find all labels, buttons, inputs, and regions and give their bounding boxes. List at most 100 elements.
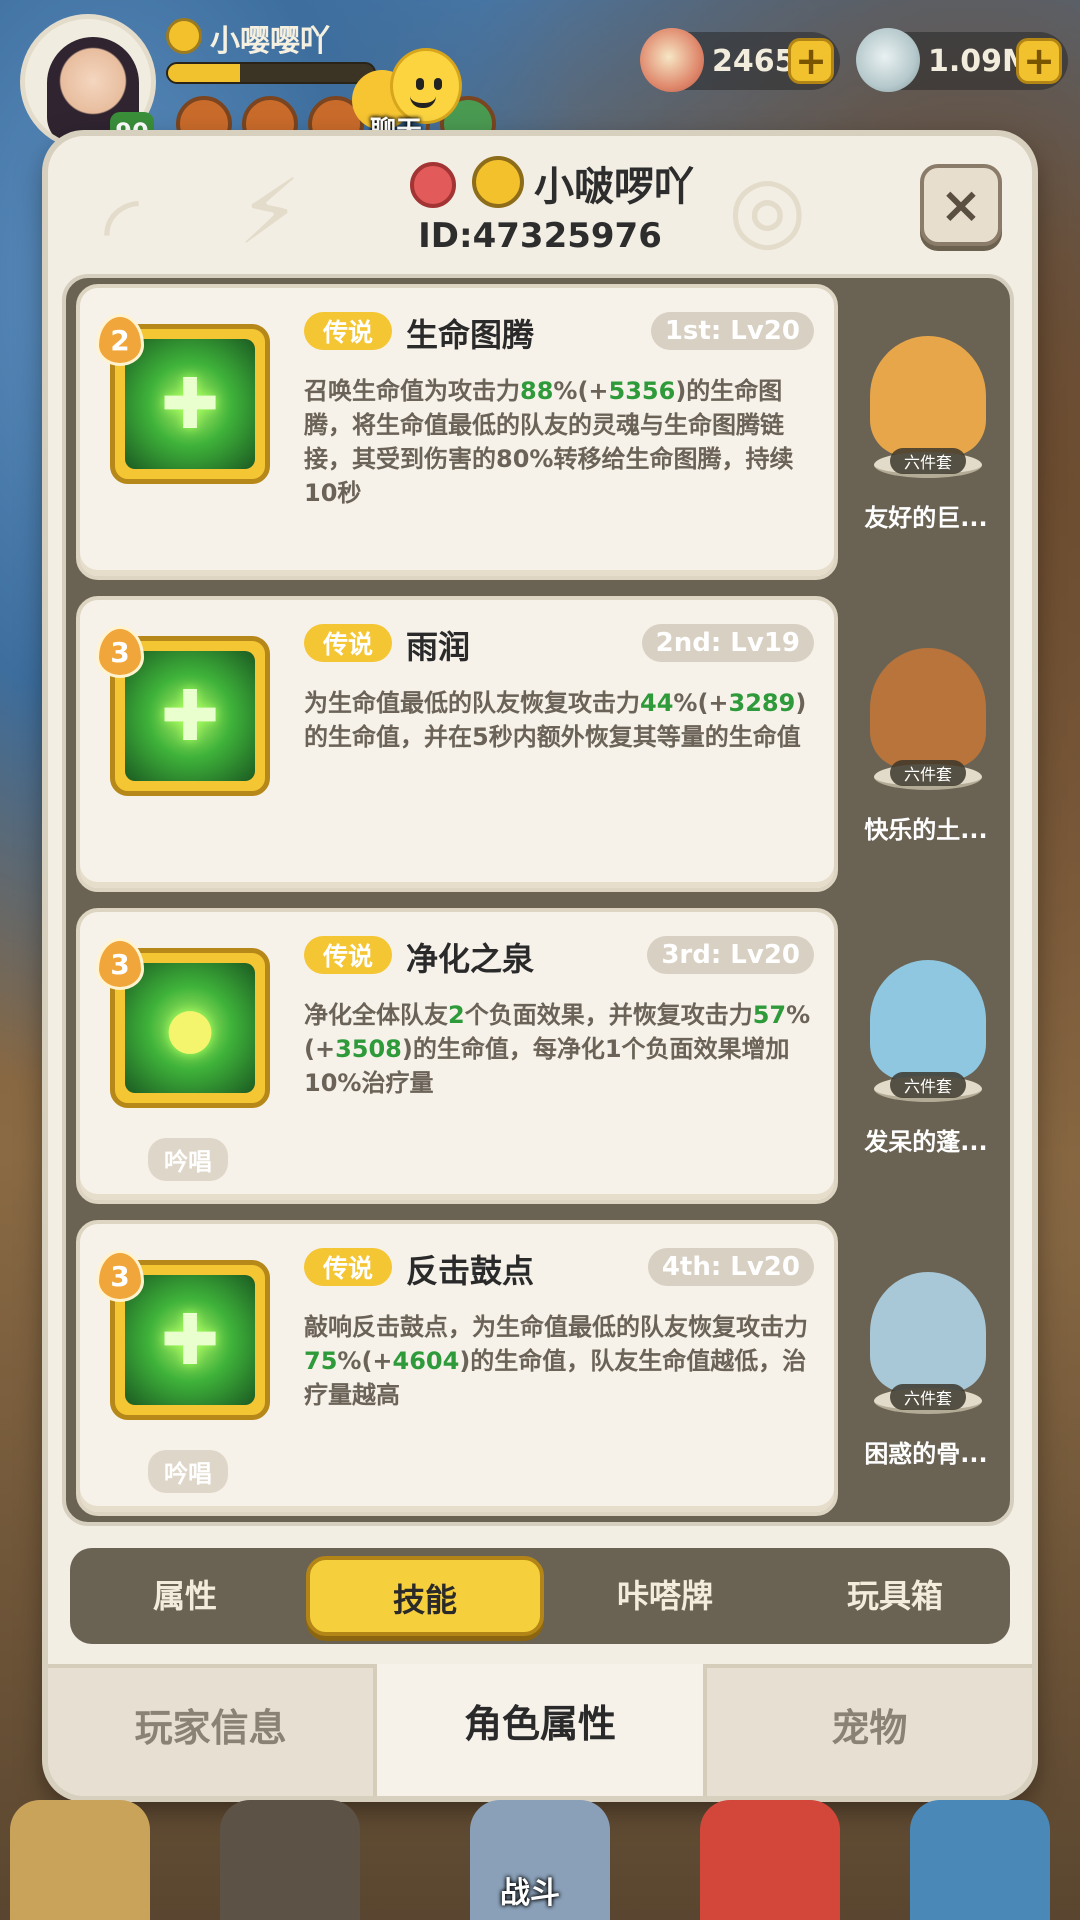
tab-character-attributes[interactable]: 角色属性 xyxy=(373,1664,707,1796)
equipment-set-card[interactable]: 六件套 友好的巨... xyxy=(850,292,1002,576)
skill-desc-text: %(+ xyxy=(553,377,609,405)
set-count-tag: 六件套 xyxy=(890,760,966,786)
skill-stat-value: 3289 xyxy=(728,689,796,717)
player-profile-modal: ◜ ⚡ ◎ 小啵啰吖 ID:47325976 × 2 传说 生命图腾 1st: … xyxy=(48,136,1032,1796)
skill-card[interactable]: 3 传说 净化之泉 3rd: Lv20 净化全体队友2个负面效果，并恢复攻击力5… xyxy=(76,908,838,1204)
rarity-badge: 传说 xyxy=(304,936,392,974)
skill-desc-text: %(+ xyxy=(337,1347,393,1375)
profile-player-name: 小啵啰吖 xyxy=(534,164,694,210)
chat-face-eye xyxy=(434,78,442,90)
skill-rank-badge: 3rd: Lv20 xyxy=(647,936,814,974)
tab-cards[interactable]: 咔嗒牌 xyxy=(550,1556,780,1636)
set-figure-icon xyxy=(870,960,986,1080)
equipment-set-card[interactable]: 六件套 发呆的蓬... xyxy=(850,916,1002,1200)
tab-skills[interactable]: 技能 xyxy=(306,1556,544,1636)
skill-desc-text: 净化全体队友 xyxy=(304,1001,448,1029)
skill-desc-text: 为生命值最低的队友恢复攻击力 xyxy=(304,689,640,717)
xp-bar xyxy=(166,62,376,84)
skill-rank-badge: 4th: Lv20 xyxy=(647,1248,814,1286)
currency-clams: 1.09M + xyxy=(856,28,1068,92)
skill-stat-value: 3508 xyxy=(335,1035,402,1063)
skill-desc-text: %(+ xyxy=(673,689,729,717)
skill-desc-text: 个负面效果，并恢复攻击力 xyxy=(464,1001,753,1029)
skill-name: 净化之泉 xyxy=(406,940,535,978)
set-name: 友好的巨... xyxy=(864,504,988,532)
skill-level-badge: 3 xyxy=(96,1250,144,1302)
chant-tag: 吟唱 xyxy=(148,1450,228,1493)
skill-desc-text: 召唤生命值为攻击力 xyxy=(304,377,520,405)
skill-rank-badge: 1st: Lv20 xyxy=(650,312,814,350)
add-clams-button[interactable]: + xyxy=(1016,38,1062,84)
skill-list[interactable]: 2 传说 生命图腾 1st: Lv20 召唤生命值为攻击力88%(+5356)的… xyxy=(62,274,1014,1526)
rarity-badge: 传说 xyxy=(304,624,392,662)
currency-value: 2465 xyxy=(712,43,796,79)
nav-character-4[interactable] xyxy=(700,1800,840,1920)
skill-level-badge: 3 xyxy=(96,626,144,678)
player-name: 小嘤嘤吖 xyxy=(210,24,330,59)
player-title-icon xyxy=(472,156,524,208)
set-name: 发呆的蓬... xyxy=(864,1128,988,1156)
skill-row[interactable]: 3 传说 雨润 2nd: Lv19 为生命值最低的队友恢复攻击力44%(+328… xyxy=(76,596,1006,892)
skill-name: 反击鼓点 xyxy=(406,1252,535,1290)
set-count-tag: 六件套 xyxy=(890,1072,966,1098)
skill-name: 雨润 xyxy=(406,628,471,666)
set-count-tag: 六件套 xyxy=(890,448,966,474)
title-icon xyxy=(166,18,202,54)
clam-icon xyxy=(856,28,920,92)
tab-pets[interactable]: 宠物 xyxy=(706,1664,1032,1796)
nav-character-5[interactable] xyxy=(910,1800,1050,1920)
skill-row[interactable]: 3 传说 反击鼓点 4th: Lv20 敲响反击鼓点，为生命值最低的队友恢复攻击… xyxy=(76,1220,1006,1516)
tab-player-info[interactable]: 玩家信息 xyxy=(48,1664,374,1796)
skill-row[interactable]: 3 传说 净化之泉 3rd: Lv20 净化全体队友2个负面效果，并恢复攻击力5… xyxy=(76,908,1006,1204)
set-figure-icon xyxy=(870,336,986,456)
tab-toybox[interactable]: 玩具箱 xyxy=(780,1556,1010,1636)
skill-level-badge: 2 xyxy=(96,314,144,366)
skill-stat-value: 5356 xyxy=(608,377,676,405)
sub-tab-bar: 属性 技能 咔嗒牌 玩具箱 xyxy=(70,1548,1010,1644)
healing-skill-icon xyxy=(125,651,255,781)
set-name: 困惑的骨... xyxy=(864,1440,988,1468)
skill-card[interactable]: 3 传说 雨润 2nd: Lv19 为生命值最低的队友恢复攻击力44%(+328… xyxy=(76,596,838,892)
battle-label: 战斗 xyxy=(500,1876,560,1911)
nav-character-1[interactable] xyxy=(10,1800,150,1920)
shell-icon xyxy=(640,28,704,92)
skill-rank-badge: 2nd: Lv19 xyxy=(641,624,814,662)
currency-shells: 2465 + xyxy=(640,28,840,92)
skill-stat-value: 4604 xyxy=(392,1347,460,1375)
rarity-badge: 传说 xyxy=(304,312,392,350)
skill-desc-text: 敲响反击鼓点，为生命值最低的队友恢复攻击力 xyxy=(304,1313,808,1341)
skill-level-badge: 3 xyxy=(96,938,144,990)
healing-skill-icon xyxy=(125,1275,255,1405)
skill-description: 为生命值最低的队友恢复攻击力44%(+3289)的生命值，并在5秒内额外恢复其等… xyxy=(304,686,820,754)
chant-tag: 吟唱 xyxy=(148,1138,228,1181)
nav-character-2[interactable] xyxy=(220,1800,360,1920)
close-button[interactable]: × xyxy=(920,164,1002,246)
skill-description: 召唤生命值为攻击力88%(+5356)的生命图腾，将生命值最低的队友的灵魂与生命… xyxy=(304,374,820,510)
healing-skill-icon xyxy=(125,339,255,469)
set-figure-icon xyxy=(870,1272,986,1392)
skill-name: 生命图腾 xyxy=(406,316,535,354)
skill-description: 净化全体队友2个负面效果，并恢复攻击力57%(+3508)的生命值，每净化1个负… xyxy=(304,998,820,1100)
profile-player-id: ID:47325976 xyxy=(418,216,662,256)
main-tab-bar: 玩家信息 角色属性 宠物 xyxy=(48,1664,1032,1796)
equipment-set-card[interactable]: 六件套 快乐的土... xyxy=(850,604,1002,888)
skill-stat-value: 57 xyxy=(752,1001,787,1029)
equipment-set-card[interactable]: 六件套 困惑的骨... xyxy=(850,1228,1002,1512)
healing-skill-icon xyxy=(125,963,255,1093)
rarity-badge: 传说 xyxy=(304,1248,392,1286)
skill-stat-value: 2 xyxy=(448,1001,465,1029)
set-count-tag: 六件套 xyxy=(890,1384,966,1410)
skill-stat-value: 44 xyxy=(640,689,674,717)
skill-card[interactable]: 2 传说 生命图腾 1st: Lv20 召唤生命值为攻击力88%(+5356)的… xyxy=(76,284,838,580)
skill-stat-value: 88 xyxy=(520,377,554,405)
skill-card[interactable]: 3 传说 反击鼓点 4th: Lv20 敲响反击鼓点，为生命值最低的队友恢复攻击… xyxy=(76,1220,838,1516)
add-shells-button[interactable]: + xyxy=(788,38,834,84)
set-figure-icon xyxy=(870,648,986,768)
skill-row[interactable]: 2 传说 生命图腾 1st: Lv20 召唤生命值为攻击力88%(+5356)的… xyxy=(76,284,1006,580)
xp-bar-fill xyxy=(168,64,241,82)
chat-face-eye xyxy=(416,78,424,90)
skill-description: 敲响反击鼓点，为生命值最低的队友恢复攻击力75%(+4604)的生命值，队友生命… xyxy=(304,1310,820,1412)
tab-attributes[interactable]: 属性 xyxy=(70,1556,300,1636)
skill-stat-value: 75 xyxy=(304,1347,338,1375)
set-name: 快乐的土... xyxy=(864,816,988,844)
